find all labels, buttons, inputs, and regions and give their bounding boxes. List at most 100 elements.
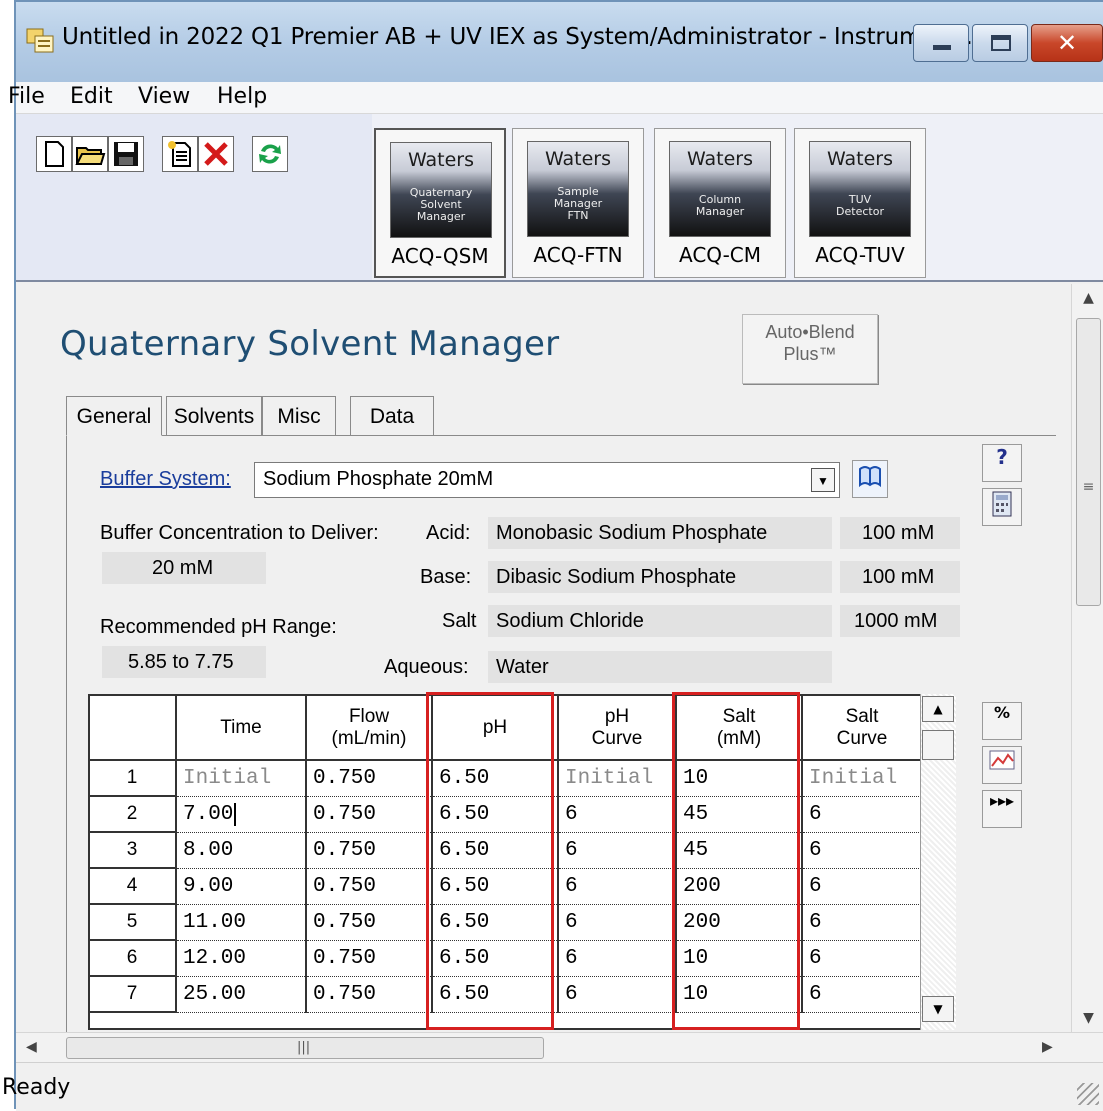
percent-icon[interactable]: % [982,702,1022,740]
table-scrollbar[interactable]: ▲ ▼ [920,694,956,1030]
time-cell[interactable]: 9.00 [176,868,307,905]
module-acq-cm[interactable]: Waters Column Manager ACQ-CM [654,128,786,278]
title-bar[interactable]: Untitled in 2022 Q1 Premier AB + UV IEX … [16,2,1103,82]
fast-forward-icon[interactable]: ▸▸▸ [982,790,1022,828]
ph-curve-cell[interactable]: 6 [558,976,677,1013]
save-icon[interactable] [108,136,144,172]
module-brand: Waters [826,148,894,170]
tab-solvents[interactable]: Solvents [166,396,262,436]
flow-cell[interactable]: 0.750 [306,832,433,869]
time-cell[interactable]: 11.00 [176,904,307,941]
module-brand: Waters [686,148,754,170]
buffer-system-value: Sodium Phosphate 20mM [263,468,494,490]
maximize-icon [991,35,1011,51]
module-image: Waters Sample Manager FTN [527,141,629,237]
time-value[interactable]: 7.00 [183,803,233,826]
row-number: 2 [90,796,177,833]
scroll-down-icon[interactable]: ▼ [1072,1010,1103,1026]
ph-curve-cell[interactable]: Initial [558,760,677,797]
delete-icon[interactable] [198,136,234,172]
refresh-icon[interactable] [252,136,288,172]
salt-curve-cell[interactable]: 6 [802,868,923,905]
module-acq-ftn[interactable]: Waters Sample Manager FTN ACQ-FTN [512,128,644,278]
buffer-system-link[interactable]: Buffer System: [100,468,231,491]
scroll-down-icon[interactable]: ▼ [922,996,954,1022]
buffer-library-icon[interactable] [852,460,888,498]
acid-label: Acid: [426,522,471,544]
panel-title: Quaternary Solvent Manager [60,324,560,364]
table-header-flow[interactable]: Flow (mL/min) [306,696,433,761]
flow-cell[interactable]: 0.750 [306,868,433,905]
base-conc-field: 100 mM [840,561,960,593]
vertical-scrollbar[interactable]: ▲ ≡ ▼ [1071,284,1103,1032]
horizontal-scroll-thumb[interactable]: ||| [66,1037,544,1059]
salt-curve-cell[interactable]: 6 [802,940,923,977]
time-cell[interactable]: 7.00 [176,796,307,833]
row-number: 1 [90,760,177,797]
vertical-scroll-thumb[interactable]: ≡ [1076,318,1101,606]
menu-bar: File Edit View Help [8,82,1103,114]
time-cell[interactable]: Initial [176,760,307,797]
module-acq-qsm[interactable]: Waters Quaternary Solvent Manager ACQ-QSM [374,128,506,278]
calculator-icon[interactable] [982,488,1022,526]
new-method-icon[interactable] [162,136,198,172]
minimize-button[interactable] [913,24,969,62]
time-cell[interactable]: 12.00 [176,940,307,977]
ph-curve-cell[interactable]: 6 [558,940,677,977]
salt-curve-cell[interactable]: 6 [802,904,923,941]
buffer-system-select[interactable]: Sodium Phosphate 20mM ▼ [254,462,840,498]
horizontal-scrollbar[interactable]: ◀ ||| ▶ [16,1032,1103,1062]
row-number: 5 [90,904,177,941]
acid-name-field: Monobasic Sodium Phosphate [488,517,832,549]
flow-cell[interactable]: 0.750 [306,940,433,977]
tab-data[interactable]: Data [350,396,434,436]
chevron-down-icon[interactable]: ▼ [811,468,835,492]
table-header-ph-curve[interactable]: pH Curve [558,696,677,761]
flow-cell[interactable]: 0.750 [306,796,433,833]
flow-cell[interactable]: 0.750 [306,904,433,941]
scroll-right-icon[interactable]: ▶ [1042,1039,1053,1055]
graph-icon[interactable] [982,746,1022,784]
module-acq-tuv[interactable]: Waters TUV Detector ACQ-TUV [794,128,926,278]
ph-column-highlight [426,692,554,1030]
grip-icon: ≡ [1082,479,1095,495]
time-cell[interactable]: 8.00 [176,832,307,869]
resize-grip-icon[interactable] [1077,1083,1099,1105]
menu-help[interactable]: Help [217,84,267,109]
scroll-left-icon[interactable]: ◀ [26,1039,37,1055]
scroll-up-icon[interactable]: ▲ [922,696,954,722]
salt-curve-cell[interactable]: Initial [802,760,923,797]
tab-general[interactable]: General [66,396,162,436]
scroll-up-icon[interactable]: ▲ [1072,290,1103,306]
maximize-button[interactable] [972,24,1028,62]
salt-curve-cell[interactable]: 6 [802,976,923,1013]
tab-misc[interactable]: Misc [262,396,336,436]
table-header-salt-curve[interactable]: Salt Curve [802,696,923,761]
salt-curve-cell[interactable]: 6 [802,796,923,833]
status-bar: Ready [2,1062,1103,1111]
aqueous-label: Aqueous: [384,656,469,678]
autoblend-plus-button[interactable]: Auto•Blend Plus™ [742,314,878,384]
table-header-time[interactable]: Time [176,696,307,761]
close-button[interactable]: ✕ [1031,24,1103,62]
minimize-icon [933,45,951,50]
flow-cell[interactable]: 0.750 [306,976,433,1013]
ph-curve-cell[interactable]: 6 [558,832,677,869]
salt-column-highlight [672,692,800,1030]
flow-cell[interactable]: 0.750 [306,760,433,797]
menu-file[interactable]: File [8,84,45,109]
menu-edit[interactable]: Edit [70,84,113,109]
ph-curve-cell[interactable]: 6 [558,904,677,941]
help-icon[interactable]: ? [982,444,1022,482]
new-icon[interactable] [36,136,72,172]
ph-curve-cell[interactable]: 6 [558,796,677,833]
ph-curve-cell[interactable]: 6 [558,868,677,905]
salt-curve-cell[interactable]: 6 [802,832,923,869]
aqueous-name-field: Water [488,651,832,683]
toolbar-buttons [16,114,372,280]
menu-view[interactable]: View [138,84,190,109]
time-cell[interactable]: 25.00 [176,976,307,1013]
open-icon[interactable] [72,136,108,172]
table-scroll-thumb[interactable] [922,730,954,760]
module-image: Waters Column Manager [669,141,771,237]
